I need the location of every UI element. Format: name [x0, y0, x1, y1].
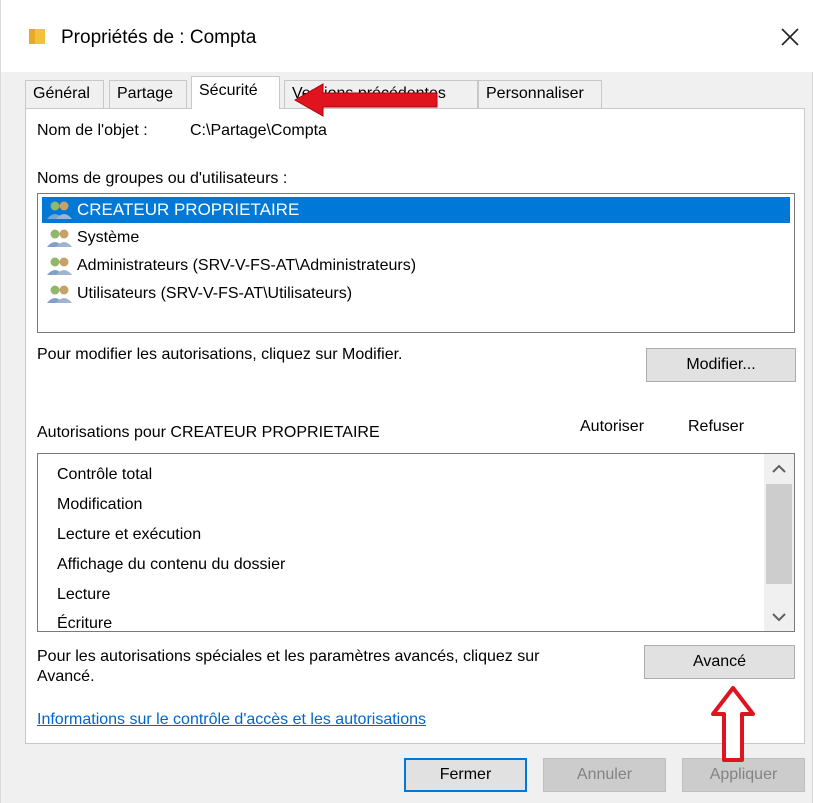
- permission-item: Contrôle total: [57, 466, 153, 483]
- users-group-icon: [47, 201, 72, 219]
- permission-item: Lecture: [57, 586, 111, 603]
- tab-previous-versions[interactable]: Versions précédentes: [284, 80, 478, 108]
- advanced-hint-line2: Avancé.: [37, 668, 95, 685]
- apply-button[interactable]: Appliquer: [682, 758, 805, 792]
- tab-security[interactable]: Sécurité: [191, 76, 280, 109]
- folder-icon: [29, 29, 45, 44]
- permissions-label: Autorisations pour CREATEUR PROPRIETAIRE: [37, 424, 380, 441]
- modify-hint: Pour modifier les autorisations, cliquez…: [37, 346, 403, 363]
- scroll-down-icon[interactable]: [771, 611, 787, 623]
- tab-bar: Général Partage Sécurité Versions précéd…: [25, 76, 805, 109]
- user-name: Utilisateurs (SRV-V-FS-AT\Utilisateurs): [77, 285, 353, 302]
- close-button[interactable]: Fermer: [404, 758, 527, 792]
- users-group-icon: [47, 257, 72, 275]
- modify-button[interactable]: Modifier...: [646, 348, 796, 382]
- security-panel: Nom de l'objet : C:\Partage\Compta Noms …: [25, 108, 805, 744]
- user-name: Système: [77, 229, 140, 246]
- advanced-hint-line1: Pour les autorisations spéciales et les …: [37, 648, 540, 665]
- permission-item: Modification: [57, 496, 143, 513]
- permissions-list[interactable]: Contrôle total Modification Lecture et e…: [37, 453, 795, 632]
- object-name-value: C:\Partage\Compta: [190, 122, 327, 139]
- close-icon: [781, 28, 799, 46]
- groups-label: Noms de groupes ou d'utilisateurs :: [37, 170, 288, 187]
- access-control-help-link[interactable]: Informations sur le contrôle d'accès et …: [37, 711, 426, 729]
- permission-item: Lecture et exécution: [57, 526, 202, 543]
- allow-header: Autoriser: [580, 418, 645, 435]
- user-item-createur-proprietaire[interactable]: CREATEUR PROPRIETAIRE: [42, 197, 790, 223]
- tab-sharing[interactable]: Partage: [109, 80, 187, 108]
- object-name-label: Nom de l'objet :: [37, 122, 148, 139]
- scrollbar-thumb[interactable]: [766, 484, 792, 584]
- permission-item: Écriture: [57, 615, 113, 632]
- properties-dialog: Propriétés de : Compta Général Partage S…: [0, 0, 813, 803]
- tab-general[interactable]: Général: [25, 80, 104, 108]
- close-window-button[interactable]: [771, 17, 809, 57]
- users-list[interactable]: CREATEUR PROPRIETAIRE Système Administra…: [37, 193, 795, 333]
- deny-header: Refuser: [688, 418, 745, 435]
- user-item-administrateurs[interactable]: Administrateurs (SRV-V-FS-AT\Administrat…: [42, 253, 790, 279]
- advanced-button[interactable]: Avancé: [644, 645, 795, 679]
- window-title: Propriétés de : Compta: [61, 27, 257, 48]
- cancel-button[interactable]: Annuler: [543, 758, 666, 792]
- tab-customize[interactable]: Personnaliser: [478, 80, 602, 108]
- title-bar: Propriétés de : Compta: [1, 0, 813, 72]
- permissions-scrollbar[interactable]: [764, 454, 794, 631]
- users-group-icon: [47, 285, 72, 303]
- user-item-systeme[interactable]: Système: [42, 225, 790, 251]
- user-item-utilisateurs[interactable]: Utilisateurs (SRV-V-FS-AT\Utilisateurs): [42, 281, 790, 307]
- user-name: CREATEUR PROPRIETAIRE: [77, 200, 300, 219]
- users-group-icon: [47, 229, 72, 247]
- scroll-up-icon[interactable]: [771, 463, 787, 475]
- permission-item: Affichage du contenu du dossier: [57, 556, 286, 573]
- user-name: Administrateurs (SRV-V-FS-AT\Administrat…: [77, 257, 417, 274]
